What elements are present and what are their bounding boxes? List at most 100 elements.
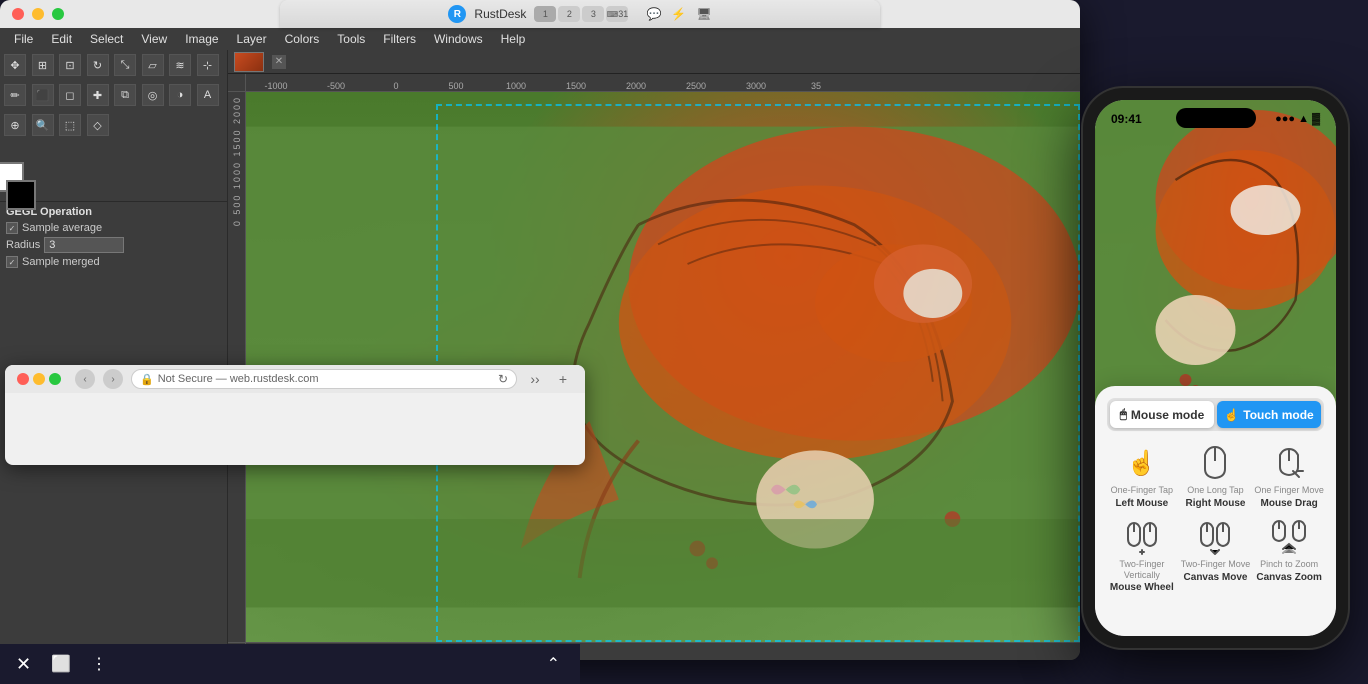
rustdesk-tab-2[interactable]: 2: [558, 6, 580, 22]
gimp-menubar: File Edit Select View Image Layer Colors…: [0, 28, 1080, 50]
browser-close[interactable]: [17, 373, 29, 385]
tool-shear[interactable]: ▱: [142, 54, 164, 76]
mouse-mode-label: Mouse mode: [1131, 408, 1204, 422]
tool-eraser[interactable]: ◻: [59, 84, 81, 106]
sample-average-checkbox[interactable]: ✓: [6, 222, 18, 234]
gesture-bottom-right-mouse: Right Mouse: [1185, 498, 1245, 509]
mouse-mode-button[interactable]: 🖱 Mouse mode: [1110, 401, 1214, 428]
tool-grid-row3: ⊕ 🔍 ⬚ ◇: [0, 110, 227, 140]
toolbar-menu-button[interactable]: ⋮: [91, 654, 107, 674]
lightning-icon[interactable]: ⚡: [671, 7, 686, 21]
gesture-top-canvas-move: Two-Finger Move: [1181, 559, 1251, 570]
mouse-icon: 🖱: [1120, 407, 1127, 422]
vertical-ruler-label: 0 500 1000 1500 2000: [232, 96, 242, 226]
browser-back[interactable]: ‹: [75, 369, 95, 389]
gesture-icon-canvas-zoom: [1269, 517, 1309, 557]
ruler-tick-2000: 2000: [606, 81, 666, 91]
phone-artwork-svg: [1095, 100, 1336, 420]
gesture-left-mouse: ☝ One-Finger Tap Left Mouse: [1107, 443, 1177, 509]
tool-scale[interactable]: ⤡: [114, 54, 136, 76]
display-icon[interactable]: 🖥: [696, 7, 711, 21]
tool-move[interactable]: ✥: [4, 54, 26, 76]
chat-icon[interactable]: 💬: [646, 7, 661, 21]
tool-bucket[interactable]: ⬛: [32, 84, 54, 106]
menu-layer[interactable]: Layer: [229, 32, 275, 46]
rustdesk-tab-3[interactable]: 3: [582, 6, 604, 22]
sample-merged-checkbox[interactable]: ✓: [6, 256, 18, 268]
tool-handle[interactable]: ⊹: [197, 54, 219, 76]
browser-window: ‹ › 🔒 Not Secure — web.rustdesk.com ↻ ››…: [5, 365, 585, 465]
tool-color[interactable]: 🔍: [32, 114, 54, 136]
signal-icon: ●●●: [1275, 113, 1295, 125]
menu-windows[interactable]: Windows: [426, 32, 491, 46]
menu-file[interactable]: File: [6, 32, 41, 46]
tab-close-button[interactable]: ✕: [272, 55, 286, 69]
battery-icon: ▓: [1312, 113, 1320, 125]
menu-help[interactable]: Help: [493, 32, 534, 46]
tool-blur[interactable]: ◎: [142, 84, 164, 106]
browser-titlebar: ‹ › 🔒 Not Secure — web.rustdesk.com ↻ ››…: [5, 365, 585, 393]
not-secure-label: 🔒: [140, 373, 154, 386]
tool-extra1[interactable]: ⬚: [59, 114, 81, 136]
two-finger-move-svg: [1195, 519, 1235, 555]
rustdesk-logo: R: [448, 5, 466, 23]
gimp-canvas-area: ✕ -1000 -500 0 500 1000 1500 2000 2500 3…: [228, 50, 1080, 660]
menu-colors[interactable]: Colors: [277, 32, 328, 46]
gesture-grid: ☝ One-Finger Tap Left Mouse One Long Tap: [1107, 443, 1324, 593]
browser-address-bar[interactable]: 🔒 Not Secure — web.rustdesk.com ↻: [131, 369, 517, 389]
menu-filters[interactable]: Filters: [375, 32, 424, 46]
menu-select[interactable]: Select: [82, 32, 131, 46]
tool-dodge[interactable]: ◑: [169, 84, 191, 106]
menu-edit[interactable]: Edit: [43, 32, 80, 46]
phone-container: 09:41 ●●● ▲ ▓: [1083, 88, 1368, 668]
phone-bottom-sheet: 🖱 Mouse mode ☝ Touch mode ☝ One-Finger T…: [1095, 386, 1336, 636]
tool-grid-row2: ✏ ⬛ ◻ ✚ ⧉ ◎ ◑ A: [0, 80, 227, 110]
toolbar-window-button[interactable]: ⬜: [51, 654, 71, 674]
dynamic-island: [1176, 108, 1256, 128]
toolbar-close-button[interactable]: ✕: [16, 654, 31, 675]
browser-forward[interactable]: ›: [103, 369, 123, 389]
menu-image[interactable]: Image: [177, 32, 226, 46]
tool-rotate[interactable]: ↻: [87, 54, 109, 76]
radius-input[interactable]: [44, 237, 124, 253]
new-tab-button[interactable]: ››: [525, 369, 545, 389]
browser-minimize[interactable]: [33, 373, 45, 385]
rustdesk-tab-1[interactable]: 1: [534, 6, 556, 22]
rustdesk-title: RustDesk: [474, 7, 526, 21]
touch-mode-button[interactable]: ☝ Touch mode: [1217, 401, 1321, 428]
gesture-top-mouse-wheel: Two-Finger Vertically: [1107, 559, 1177, 581]
phone-status-icons: ●●● ▲ ▓: [1275, 113, 1320, 125]
browser-maximize[interactable]: [49, 373, 61, 385]
tool-warp[interactable]: ≋: [169, 54, 191, 76]
ruler-tick-1500: 1500: [546, 81, 606, 91]
gesture-top-right-mouse: One Long Tap: [1187, 485, 1243, 496]
tool-heal[interactable]: ✚: [87, 84, 109, 106]
rustdesk-tab-31[interactable]: ⌨31: [606, 6, 628, 22]
foreground-color-swatch[interactable]: [6, 180, 36, 210]
tool-extra2[interactable]: ◇: [87, 114, 109, 136]
maximize-button[interactable]: [52, 8, 64, 20]
minimize-button[interactable]: [32, 8, 44, 20]
tool-text[interactable]: A: [197, 84, 219, 106]
long-tap-svg: [1200, 445, 1230, 481]
rustdesk-bar: R RustDesk 1 2 3 ⌨31 💬 ⚡ 🖥: [280, 0, 880, 28]
browser-refresh[interactable]: ↻: [498, 372, 508, 386]
gesture-mouse-wheel: Two-Finger Vertically Mouse Wheel: [1107, 517, 1177, 594]
tool-paint[interactable]: ✏: [4, 84, 26, 106]
ruler-tick-neg500: -500: [306, 81, 366, 91]
tool-align[interactable]: ⊞: [32, 54, 54, 76]
gesture-top-left-mouse: One-Finger Tap: [1111, 485, 1173, 496]
gegl-title: GEGL Operation: [6, 206, 221, 218]
menu-tools[interactable]: Tools: [329, 32, 373, 46]
toolbar-expand-button[interactable]: ⌃: [547, 654, 560, 674]
horizontal-ruler: -1000 -500 0 500 1000 1500 2000 2500 300…: [246, 74, 1080, 92]
ruler-corner: [228, 74, 246, 92]
close-button[interactable]: [12, 8, 24, 20]
tool-clone[interactable]: ⧉: [114, 84, 136, 106]
browser-window-controls: [17, 373, 61, 385]
tool-zoom[interactable]: ⊕: [4, 114, 26, 136]
tool-crop[interactable]: ⊡: [59, 54, 81, 76]
add-tab-button[interactable]: +: [553, 369, 573, 389]
menu-view[interactable]: View: [133, 32, 175, 46]
ruler-tick-container: -1000 -500 0 500 1000 1500 2000 2500 300…: [246, 74, 1080, 91]
